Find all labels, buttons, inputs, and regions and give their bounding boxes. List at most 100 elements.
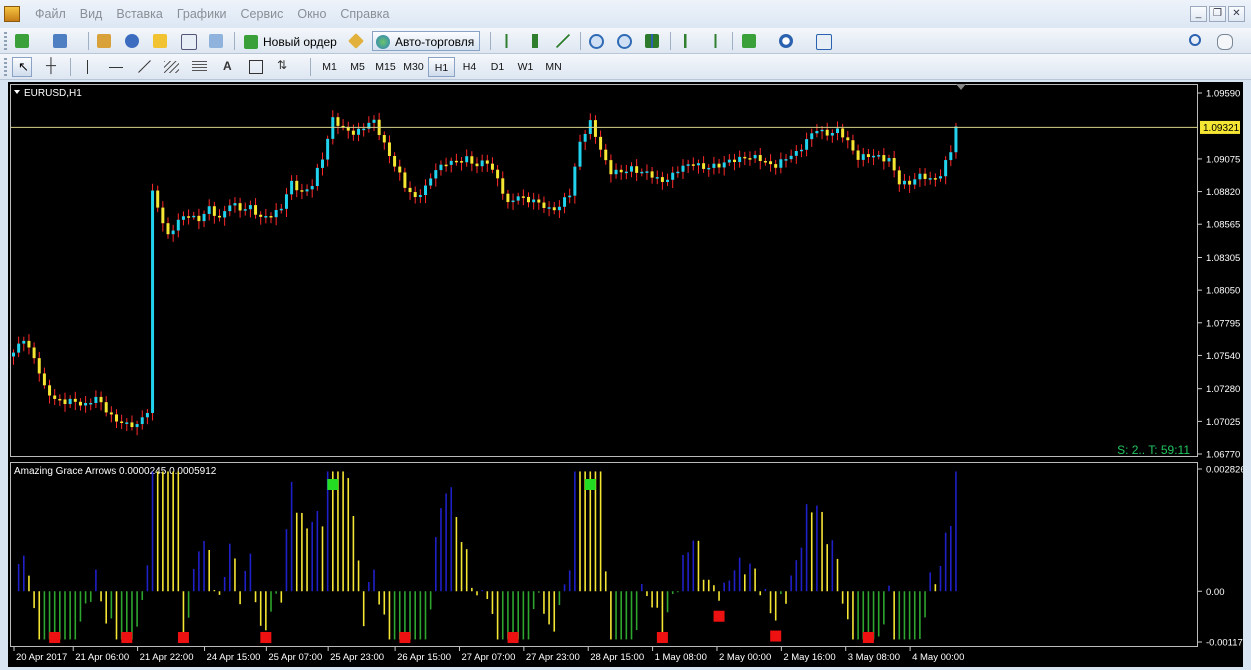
bear-candle bbox=[63, 399, 67, 405]
bear-candle bbox=[552, 207, 556, 211]
periods-button[interactable] bbox=[776, 31, 796, 51]
toolbar-grip[interactable] bbox=[4, 58, 7, 76]
timeframe-d1[interactable]: D1 bbox=[484, 57, 511, 77]
window-controls: _ ❐ ✕ bbox=[1190, 6, 1245, 22]
bear-candle bbox=[908, 180, 912, 185]
app-icon[interactable] bbox=[4, 6, 20, 22]
bear-candle bbox=[403, 172, 407, 188]
timeframe-m15[interactable]: M15 bbox=[372, 57, 399, 77]
time-tick-label: 2 May 16:00 bbox=[783, 652, 835, 663]
bear-candle bbox=[923, 173, 927, 179]
line-chart-button[interactable] bbox=[553, 31, 573, 51]
bull-candle bbox=[578, 141, 582, 167]
bull-candle bbox=[614, 169, 618, 175]
time-tick-label: 3 May 08:00 bbox=[848, 652, 900, 663]
bear-candle bbox=[259, 214, 263, 217]
bull-candle bbox=[310, 186, 314, 190]
auto-scroll-button[interactable] bbox=[677, 31, 697, 51]
sell-arrow bbox=[399, 632, 411, 643]
bull-candle bbox=[89, 402, 93, 405]
crosshair-icon: ┼ bbox=[46, 57, 56, 73]
new-order-button[interactable]: Новый ордер bbox=[240, 31, 343, 51]
bear-candle bbox=[748, 158, 752, 160]
crosshair-tool-button[interactable]: ┼ bbox=[42, 57, 62, 77]
bull-candle bbox=[820, 129, 824, 132]
bear-candle bbox=[660, 177, 664, 182]
terminal-icon bbox=[181, 34, 197, 50]
price-tick-label: 1.06770 bbox=[1206, 450, 1240, 460]
templates-button[interactable] bbox=[813, 31, 833, 51]
indicator-window[interactable]: Amazing Grace Arrows 0.0000245 0.0005912… bbox=[8, 460, 1243, 667]
bull-candle bbox=[779, 159, 783, 168]
restore-button[interactable]: ❐ bbox=[1209, 6, 1226, 22]
bar-chart-button[interactable] bbox=[497, 31, 517, 51]
timeframe-m5[interactable]: M5 bbox=[344, 57, 371, 77]
zoom-in-button[interactable] bbox=[586, 31, 606, 51]
bear-candle bbox=[604, 149, 608, 161]
candlestick-button[interactable] bbox=[525, 31, 545, 51]
strategy-tester-button[interactable] bbox=[206, 31, 226, 51]
market-watch-button[interactable] bbox=[94, 31, 114, 51]
chat-button[interactable] bbox=[1214, 31, 1234, 51]
auto-scroll-icon bbox=[680, 34, 694, 48]
text-tool-button[interactable]: A bbox=[218, 57, 238, 77]
zoom-out-button[interactable] bbox=[614, 31, 634, 51]
cursor-tool-button[interactable]: ↖ bbox=[12, 57, 32, 77]
horizontal-line-button[interactable] bbox=[106, 57, 126, 77]
star-folder-icon bbox=[153, 34, 167, 48]
menu-help[interactable]: Справка bbox=[333, 0, 396, 28]
meta-editor-button[interactable] bbox=[346, 31, 366, 51]
timeframe-m30[interactable]: M30 bbox=[400, 57, 427, 77]
arrows-button[interactable]: ⇅ bbox=[274, 57, 294, 77]
time-tick-label: 28 Apr 15:00 bbox=[590, 652, 644, 663]
price-tick-label: 1.08820 bbox=[1206, 187, 1240, 198]
fibonacci-button[interactable] bbox=[190, 57, 210, 77]
menu-tools[interactable]: Сервис bbox=[234, 0, 291, 28]
bull-candle bbox=[753, 155, 757, 159]
timeframe-mn[interactable]: MN bbox=[540, 57, 567, 77]
navigator-button[interactable] bbox=[150, 31, 170, 51]
tile-windows-icon bbox=[645, 34, 659, 48]
status-text: S: 2.. T: 59:11 bbox=[1117, 443, 1190, 457]
timeframe-w1[interactable]: W1 bbox=[512, 57, 539, 77]
equidistant-channel-button[interactable] bbox=[162, 57, 182, 77]
bull-candle bbox=[279, 208, 283, 211]
text-label-button[interactable] bbox=[246, 57, 266, 77]
bull-candle bbox=[284, 194, 288, 209]
data-window-button[interactable] bbox=[122, 31, 142, 51]
bull-candle bbox=[877, 155, 881, 157]
profiles-button[interactable] bbox=[50, 31, 70, 51]
minimize-button[interactable]: _ bbox=[1190, 6, 1207, 22]
chart-window[interactable]: 1.09590 1.09075 1.08820 1.08565 1.08305 1.080… bbox=[8, 82, 1243, 667]
bear-candle bbox=[166, 223, 170, 235]
bear-candle bbox=[382, 135, 386, 143]
tile-windows-button[interactable] bbox=[642, 31, 662, 51]
close-button[interactable]: ✕ bbox=[1228, 6, 1245, 22]
price-chart[interactable]: 1.09590 1.09075 1.08820 1.08565 1.08305 1.080… bbox=[8, 82, 1243, 459]
search-button[interactable] bbox=[1186, 31, 1206, 51]
timeframe-h4[interactable]: H4 bbox=[456, 57, 483, 77]
bear-candle bbox=[846, 137, 850, 141]
indicators-button[interactable] bbox=[739, 31, 759, 51]
timeframe-h1[interactable]: H1 bbox=[428, 57, 455, 77]
timeframe-m1[interactable]: M1 bbox=[316, 57, 343, 77]
time-tick-label: 4 May 00:00 bbox=[912, 652, 964, 663]
trendline-button[interactable] bbox=[134, 57, 154, 77]
toolbar-grip[interactable] bbox=[4, 32, 7, 50]
bull-candle bbox=[434, 170, 438, 179]
menu-file[interactable]: Файл bbox=[28, 0, 73, 28]
menu-insert[interactable]: Вставка bbox=[109, 0, 169, 28]
bear-candle bbox=[841, 128, 845, 138]
chart-shift-button[interactable] bbox=[705, 31, 725, 51]
vertical-line-button[interactable] bbox=[78, 57, 98, 77]
auto-trading-button[interactable]: Авто-торговля bbox=[372, 31, 481, 51]
menu-charts[interactable]: Графики bbox=[170, 0, 234, 28]
bear-candle bbox=[501, 178, 505, 194]
menu-window[interactable]: Окно bbox=[290, 0, 333, 28]
current-price-label: 1.09321 bbox=[1203, 123, 1240, 134]
sell-arrow bbox=[49, 632, 61, 643]
bull-candle bbox=[913, 179, 917, 185]
new-chart-button[interactable] bbox=[12, 31, 32, 51]
menu-view[interactable]: Вид bbox=[73, 0, 110, 28]
terminal-button[interactable] bbox=[178, 31, 198, 51]
